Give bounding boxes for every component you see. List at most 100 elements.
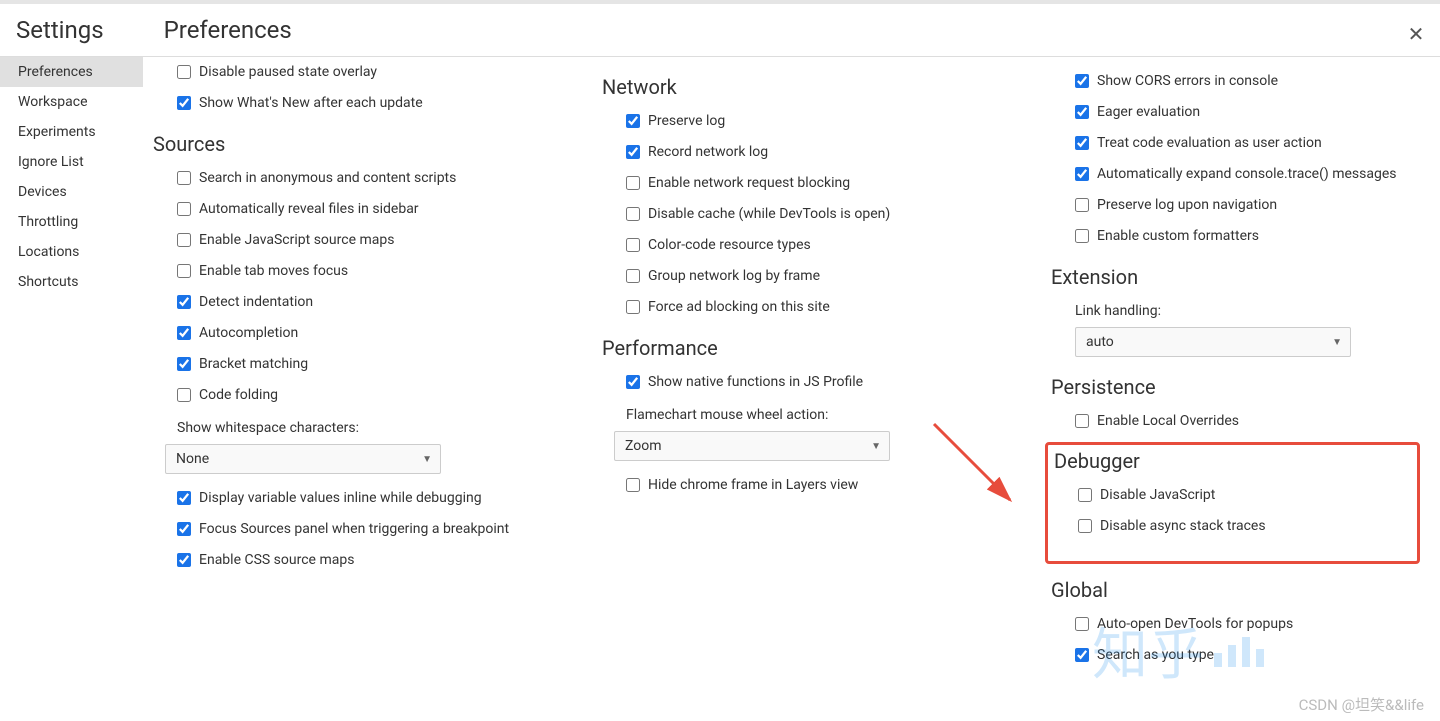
debugger-option-checkbox[interactable] — [1078, 488, 1092, 502]
performance-native-checkbox[interactable] — [626, 375, 640, 389]
debugger-option-label[interactable]: Disable async stack traces — [1100, 516, 1266, 537]
network-option-label[interactable]: Force ad blocking on this site — [648, 297, 830, 318]
link-handling-label: Link handling: — [1075, 303, 1420, 319]
network-option-label[interactable]: Record network log — [648, 142, 768, 163]
console-option-label[interactable]: Automatically expand console.trace() mes… — [1097, 164, 1396, 185]
console-option-checkbox[interactable] — [1075, 198, 1089, 212]
console-option-label[interactable]: Treat code evaluation as user action — [1097, 133, 1322, 154]
appearance-option-label[interactable]: Disable paused state overlay — [199, 62, 377, 83]
sources-option-checkbox[interactable] — [177, 491, 191, 505]
flamechart-select[interactable]: Zoom ▼ — [614, 431, 890, 461]
console-option-label[interactable]: Enable custom formatters — [1097, 226, 1259, 247]
persistence-heading: Persistence — [1051, 375, 1420, 399]
debugger-option-label[interactable]: Disable JavaScript — [1100, 485, 1215, 506]
sources-option-checkbox[interactable] — [177, 171, 191, 185]
sources-option-label[interactable]: Enable CSS source maps — [199, 550, 354, 571]
network-option-label[interactable]: Group network log by frame — [648, 266, 820, 287]
console-option-label[interactable]: Eager evaluation — [1097, 102, 1200, 123]
hide-chrome-frame-field: Hide chrome frame in Layers view — [626, 475, 971, 496]
network-option-checkbox[interactable] — [626, 145, 640, 159]
sources-option-label[interactable]: Enable JavaScript source maps — [199, 230, 394, 251]
flamechart-select-value: Zoom — [625, 438, 662, 454]
sources-option-field: Autocompletion — [177, 323, 522, 344]
debugger-option-field: Disable JavaScript — [1078, 485, 1417, 506]
sources-option-label[interactable]: Bracket matching — [199, 354, 308, 375]
sources-option-checkbox[interactable] — [177, 522, 191, 536]
network-option-label[interactable]: Enable network request blocking — [648, 173, 850, 194]
network-option-field: Enable network request blocking — [626, 173, 971, 194]
console-option-checkbox[interactable] — [1075, 74, 1089, 88]
whitespace-select-value: None — [176, 451, 209, 467]
sources-option-checkbox[interactable] — [177, 264, 191, 278]
network-option-field: Record network log — [626, 142, 971, 163]
sidebar-item-shortcuts[interactable]: Shortcuts — [0, 267, 143, 297]
network-option-label[interactable]: Preserve log — [648, 111, 725, 132]
link-handling-select[interactable]: auto ▼ — [1075, 327, 1351, 357]
sources-option-checkbox[interactable] — [177, 233, 191, 247]
enable-local-overrides-label[interactable]: Enable Local Overrides — [1097, 411, 1239, 432]
sources-option-checkbox[interactable] — [177, 553, 191, 567]
network-option-checkbox[interactable] — [626, 207, 640, 221]
global-option-checkbox[interactable] — [1075, 648, 1089, 662]
whitespace-select[interactable]: None ▼ — [165, 444, 441, 474]
hide-chrome-frame-label[interactable]: Hide chrome frame in Layers view — [648, 475, 858, 496]
sidebar-item-label: Preferences — [18, 64, 93, 80]
appearance-option-checkbox[interactable] — [177, 96, 191, 110]
sidebar-item-experiments[interactable]: Experiments — [0, 117, 143, 147]
console-option-label[interactable]: Show CORS errors in console — [1097, 71, 1278, 92]
sidebar-item-throttling[interactable]: Throttling — [0, 207, 143, 237]
hide-chrome-frame-checkbox[interactable] — [626, 478, 640, 492]
sources-option-checkbox[interactable] — [177, 326, 191, 340]
appearance-option-field: Disable paused state overlay — [177, 62, 522, 83]
sources-option-label[interactable]: Enable tab moves focus — [199, 261, 348, 282]
network-option-field: Disable cache (while DevTools is open) — [626, 204, 971, 225]
sidebar-item-locations[interactable]: Locations — [0, 237, 143, 267]
footer-credit: CSDN @坦笑&&life — [1299, 694, 1424, 715]
enable-local-overrides-checkbox[interactable] — [1075, 414, 1089, 428]
sources-option-label[interactable]: Focus Sources panel when triggering a br… — [199, 519, 509, 540]
console-option-checkbox[interactable] — [1075, 229, 1089, 243]
console-option-checkbox[interactable] — [1075, 105, 1089, 119]
network-option-checkbox[interactable] — [626, 300, 640, 314]
appearance-option-field: Show What's New after each update — [177, 93, 522, 114]
console-option-checkbox[interactable] — [1075, 167, 1089, 181]
console-option-label[interactable]: Preserve log upon navigation — [1097, 195, 1277, 216]
network-option-checkbox[interactable] — [626, 269, 640, 283]
network-option-checkbox[interactable] — [626, 114, 640, 128]
debugger-option-checkbox[interactable] — [1078, 519, 1092, 533]
global-option-checkbox[interactable] — [1075, 617, 1089, 631]
sidebar-item-workspace[interactable]: Workspace — [0, 87, 143, 117]
console-option-field: Eager evaluation — [1075, 102, 1420, 123]
appearance-option-label[interactable]: Show What's New after each update — [199, 93, 423, 114]
sources-option-label[interactable]: Display variable values inline while deb… — [199, 488, 482, 509]
column-network-performance: Network Preserve logRecord network logEn… — [602, 57, 971, 707]
close-button[interactable]: ✕ — [1406, 24, 1426, 44]
sources-option-label[interactable]: Code folding — [199, 385, 278, 406]
sidebar-item-preferences[interactable]: Preferences — [0, 57, 143, 87]
console-option-field: Automatically expand console.trace() mes… — [1075, 164, 1420, 185]
settings-sidebar: Preferences Workspace Experiments Ignore… — [0, 57, 143, 707]
sources-option-label[interactable]: Automatically reveal files in sidebar — [199, 199, 419, 220]
network-option-field: Force ad blocking on this site — [626, 297, 971, 318]
sources-option-label[interactable]: Detect indentation — [199, 292, 313, 313]
sidebar-item-label: Experiments — [18, 124, 96, 140]
performance-native-field: Show native functions in JS Profile — [626, 372, 971, 393]
network-option-label[interactable]: Disable cache (while DevTools is open) — [648, 204, 890, 225]
console-option-field: Preserve log upon navigation — [1075, 195, 1420, 216]
network-option-checkbox[interactable] — [626, 238, 640, 252]
console-option-checkbox[interactable] — [1075, 136, 1089, 150]
sources-option-checkbox[interactable] — [177, 388, 191, 402]
sidebar-item-devices[interactable]: Devices — [0, 177, 143, 207]
sidebar-item-ignore-list[interactable]: Ignore List — [0, 147, 143, 177]
performance-native-label[interactable]: Show native functions in JS Profile — [648, 372, 863, 393]
network-option-checkbox[interactable] — [626, 176, 640, 190]
sources-option-checkbox[interactable] — [177, 202, 191, 216]
sources-option-label[interactable]: Search in anonymous and content scripts — [199, 168, 456, 189]
whitespace-label: Show whitespace characters: — [177, 420, 522, 436]
appearance-option-checkbox[interactable] — [177, 65, 191, 79]
sidebar-item-label: Workspace — [18, 94, 88, 110]
network-option-label[interactable]: Color-code resource types — [648, 235, 811, 256]
sources-option-checkbox[interactable] — [177, 295, 191, 309]
sources-option-label[interactable]: Autocompletion — [199, 323, 298, 344]
sources-option-checkbox[interactable] — [177, 357, 191, 371]
